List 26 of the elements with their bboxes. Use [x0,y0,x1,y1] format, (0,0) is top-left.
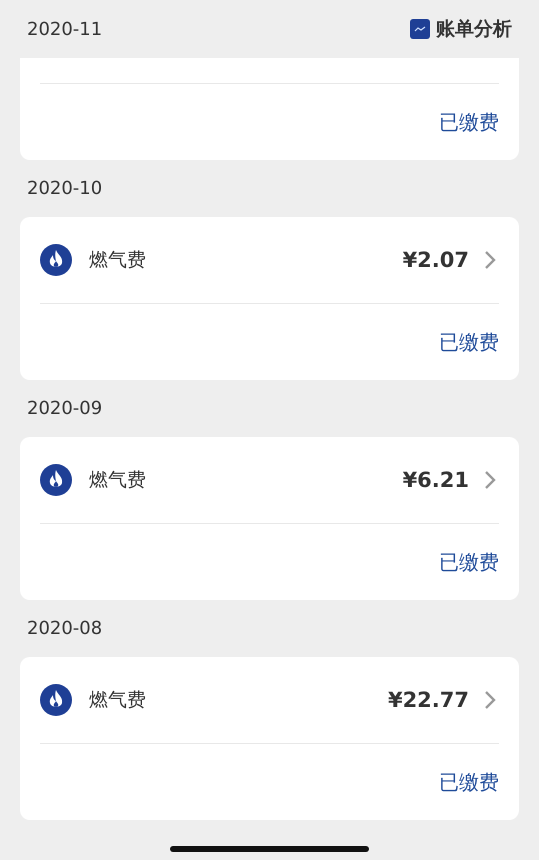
bill-amount: ¥2.07 [402,248,469,272]
payment-status: 已缴费 [439,108,499,136]
bill-analysis-button[interactable]: 账单分析 [410,16,512,42]
flame-icon [40,464,72,496]
bill-name: 燃气费 [89,248,147,273]
bill-card[interactable]: 燃气费 ¥22.77 已缴费 [20,657,519,820]
home-indicator[interactable] [170,846,369,852]
payment-status: 已缴费 [439,768,499,796]
chart-icon [410,19,430,39]
payment-status: 已缴费 [439,328,499,356]
chevron-right-icon [483,470,497,490]
bill-name: 燃气费 [89,688,147,713]
flame-icon [40,684,72,716]
month-label: 2020-11 [27,18,102,40]
chevron-right-icon [483,250,497,270]
bill-amount: ¥22.77 [388,688,469,712]
bill-name: 燃气费 [89,468,147,493]
month-label: 2020-09 [27,398,102,419]
flame-icon [40,244,72,276]
chevron-right-icon [483,690,497,710]
payment-status: 已缴费 [439,548,499,576]
month-label: 2020-10 [27,178,102,199]
bill-card[interactable]: 燃气费 ¥6.21 已缴费 [20,437,519,600]
bill-card[interactable]: 燃气费 ¥2.07 已缴费 [20,217,519,380]
month-label: 2020-08 [27,618,102,639]
bill-amount: ¥6.21 [402,468,469,492]
